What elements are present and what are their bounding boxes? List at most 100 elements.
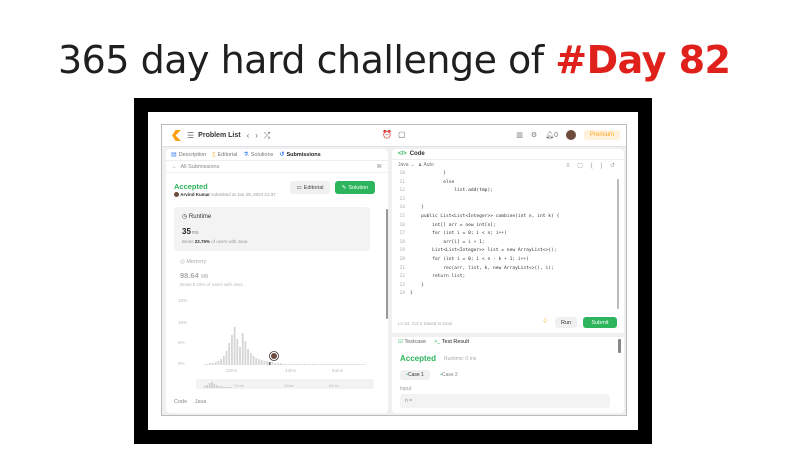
problem-list-link[interactable]: Problem List — [198, 132, 240, 139]
submitter-name[interactable]: Arvind Kumar — [180, 192, 210, 197]
tab-editorial[interactable]: ▯ Editorial — [212, 151, 237, 158]
leetcode-logo-icon[interactable] — [172, 130, 181, 141]
code-text: list.add(tmp); — [410, 188, 493, 194]
mini-histogram-bar — [206, 385, 208, 388]
code-line: 12 list.add(tmp); — [392, 188, 624, 194]
code-text: int[] arr = new int[n]; — [410, 222, 496, 228]
code-scrollbar[interactable] — [617, 179, 619, 309]
code-panel: </> Code Java ⌄ 🔒︎ Auto ≡ ▢ { } ↺ 10 } 11 … — [392, 149, 624, 413]
histogram-bar — [231, 335, 233, 365]
all-submissions-link[interactable]: ← All Submissions ⌘ — [166, 161, 388, 173]
tab-testcase[interactable]: ☑ Testcase — [398, 339, 426, 345]
case-2-tab[interactable]: • Case 2 — [434, 370, 464, 380]
code-line: 14 } — [392, 205, 624, 211]
code-line: 19 List<List<Integer>> list = new ArrayL… — [392, 248, 624, 254]
tab-test-result[interactable]: >_ Test Result — [434, 339, 469, 345]
x-tick-43: 43ms — [285, 368, 297, 373]
case-1-tab[interactable]: • Case 1 — [400, 370, 430, 380]
histogram-bar — [225, 351, 228, 365]
shuffle-icon[interactable]: ⤮ — [264, 131, 270, 141]
histogram-bar — [228, 343, 231, 365]
timer-icon[interactable]: ⏰ — [382, 130, 392, 139]
slide: 365 day hard challenge of #Day 82 ☰ Prob… — [0, 0, 800, 449]
lightbulb-icon[interactable]: 💡︎ — [543, 319, 547, 326]
leetcode-screenshot: ☰ Problem List ‹ › ⤮ ⏰ ▢ ▥ ⚙ 🔔︎0 Premium… — [161, 124, 627, 416]
mini-x-tick-22: 22ms — [234, 383, 244, 388]
code-line: 16 int[] arr = new int[n]; — [392, 223, 624, 229]
mini-histogram-bar — [204, 386, 206, 388]
histogram-bar — [301, 364, 303, 365]
line-number: 16 — [399, 222, 405, 228]
tab-description[interactable]: ▤ Description — [171, 151, 206, 158]
mini-x-tick-43: 43ms — [284, 383, 294, 388]
slide-title-text: 365 day hard challenge of — [58, 38, 556, 82]
runtime-card[interactable]: ◷ Runtime 35ms Beats 22.75% of users wit… — [174, 207, 370, 251]
book-icon: ▭ — [296, 184, 302, 191]
notes-icon[interactable]: ▢ — [398, 130, 406, 139]
settings-icon[interactable]: ⚙ — [531, 131, 537, 139]
avatar[interactable] — [565, 130, 576, 140]
histogram-bar — [317, 364, 320, 365]
editorial-button[interactable]: ▭ Editorial — [290, 181, 330, 194]
tab-editorial-label: Editorial — [217, 152, 238, 158]
line-number: 17 — [399, 231, 405, 237]
code-line: 11 else — [392, 180, 624, 186]
mini-histogram-bar — [225, 387, 228, 388]
line-number: 19 — [399, 248, 405, 254]
runtime-value: 35ms — [182, 227, 199, 236]
submission-status: Accepted — [174, 182, 208, 191]
slide-title-day: #Day 82 — [555, 38, 731, 82]
result-scrollbar[interactable] — [618, 339, 621, 353]
runtime-beats: Beats 22.75% of users with Java — [182, 239, 247, 244]
histogram-bar — [276, 363, 279, 365]
tab-solutions[interactable]: ⚗ Solutions — [243, 151, 273, 158]
layout-icon[interactable]: ▥ — [516, 131, 523, 139]
histogram-bar — [363, 364, 366, 365]
code-line: 21 rec(arr, list, k, new ArrayList<>(), … — [392, 266, 624, 272]
code-line: 13 — [392, 197, 624, 203]
runtime-distribution-chart[interactable]: 15% 10% 5% 0% 22ms 43ms 64ms 22ms 43ms 6… — [174, 289, 384, 389]
run-button[interactable]: Run — [555, 317, 577, 328]
histogram-bar — [239, 347, 241, 365]
histogram-bar — [247, 349, 249, 365]
auto-label[interactable]: Auto — [423, 162, 433, 168]
submit-button[interactable]: Submit — [583, 317, 617, 328]
language-select[interactable]: Java — [398, 162, 409, 168]
slide-title: 365 day hard challenge of #Day 82 — [58, 38, 731, 82]
code-text: for (int i = 0; i < n; i++) — [410, 231, 507, 237]
chevron-down-icon: ⌄ — [410, 162, 415, 168]
memory-beats: Beats 8.15% of users with Java — [180, 282, 243, 287]
premium-button[interactable]: Premium — [583, 130, 620, 140]
histogram-bar — [295, 364, 298, 365]
your-avatar-icon — [271, 353, 277, 359]
prev-problem-icon[interactable]: ‹ — [247, 131, 250, 140]
memory-label[interactable]: ◎ Memory — [180, 259, 206, 265]
code-toolbar: Java ⌄ 🔒︎ Auto ≡ ▢ { } ↺ — [392, 160, 624, 170]
solution-button[interactable]: ✎ Solution — [335, 181, 375, 194]
solution-button-label: Solution — [348, 184, 369, 191]
histogram-bar — [341, 364, 344, 365]
panel-divider[interactable] — [392, 333, 624, 337]
user-avatar — [174, 192, 179, 198]
histogram-bar — [293, 364, 295, 365]
next-problem-icon[interactable]: › — [255, 131, 258, 140]
x-tick-64: 64ms — [332, 368, 344, 373]
histogram-bar — [274, 363, 276, 365]
notification-icon[interactable]: 🔔︎0 — [545, 131, 558, 139]
histogram-bar — [252, 356, 255, 365]
tab-submissions-label: Submissions — [286, 152, 321, 158]
tab-submissions[interactable]: ↺ Submissions — [279, 151, 320, 158]
test-tabs: ☑ Testcase >_ Test Result — [398, 339, 469, 345]
editor-tools-icons[interactable]: ≡ ▢ { } ↺ — [566, 162, 618, 169]
share-icon[interactable]: ⌘ — [377, 164, 383, 170]
editor-status: Ln 24, Col 2 Saved to local — [398, 321, 452, 326]
left-scrollbar[interactable] — [386, 209, 388, 319]
submitted-at: submitted at Jan 29, 2024 21:37 — [211, 192, 276, 197]
code-text: public List<List<Integer>> combine(int n… — [410, 214, 560, 219]
histogram-bar — [322, 364, 325, 365]
code-editor[interactable]: 10 } 11 else 12 list.add(tmp); 13 14 } 15 pub… — [392, 171, 624, 305]
memory-label-text: Memory — [186, 259, 207, 265]
notification-count: 0 — [554, 132, 558, 139]
histogram-bar — [320, 364, 322, 365]
histogram-bar — [279, 363, 282, 365]
